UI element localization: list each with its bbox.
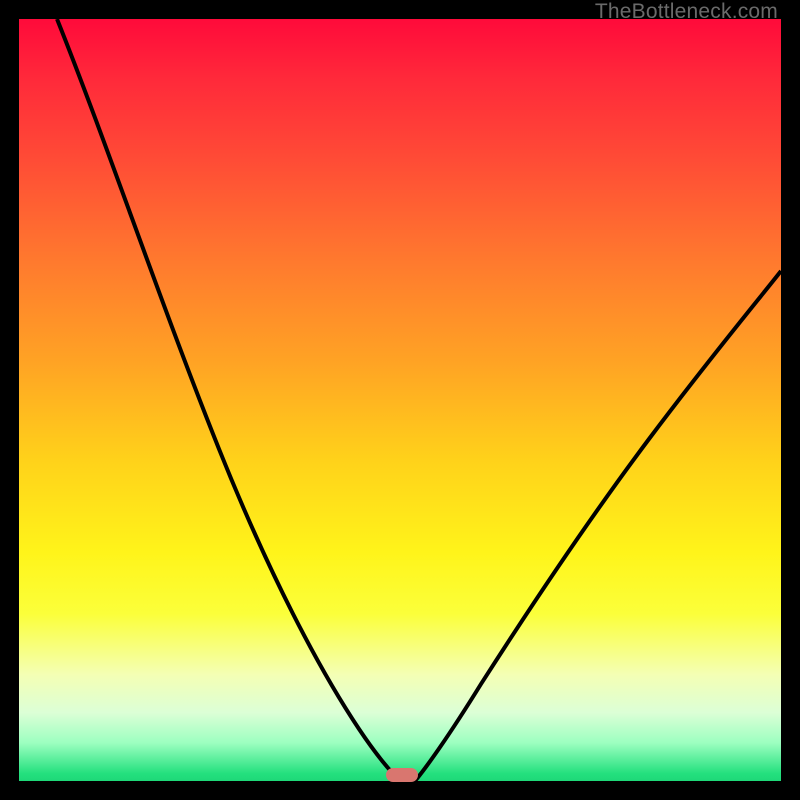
chart-frame: TheBottleneck.com (0, 0, 800, 800)
bottleneck-curve (19, 19, 781, 781)
plot-area (19, 19, 781, 781)
curve-left (57, 19, 400, 781)
curve-right (415, 271, 781, 781)
optimum-marker (386, 768, 418, 782)
watermark-text: TheBottleneck.com (595, 0, 778, 24)
